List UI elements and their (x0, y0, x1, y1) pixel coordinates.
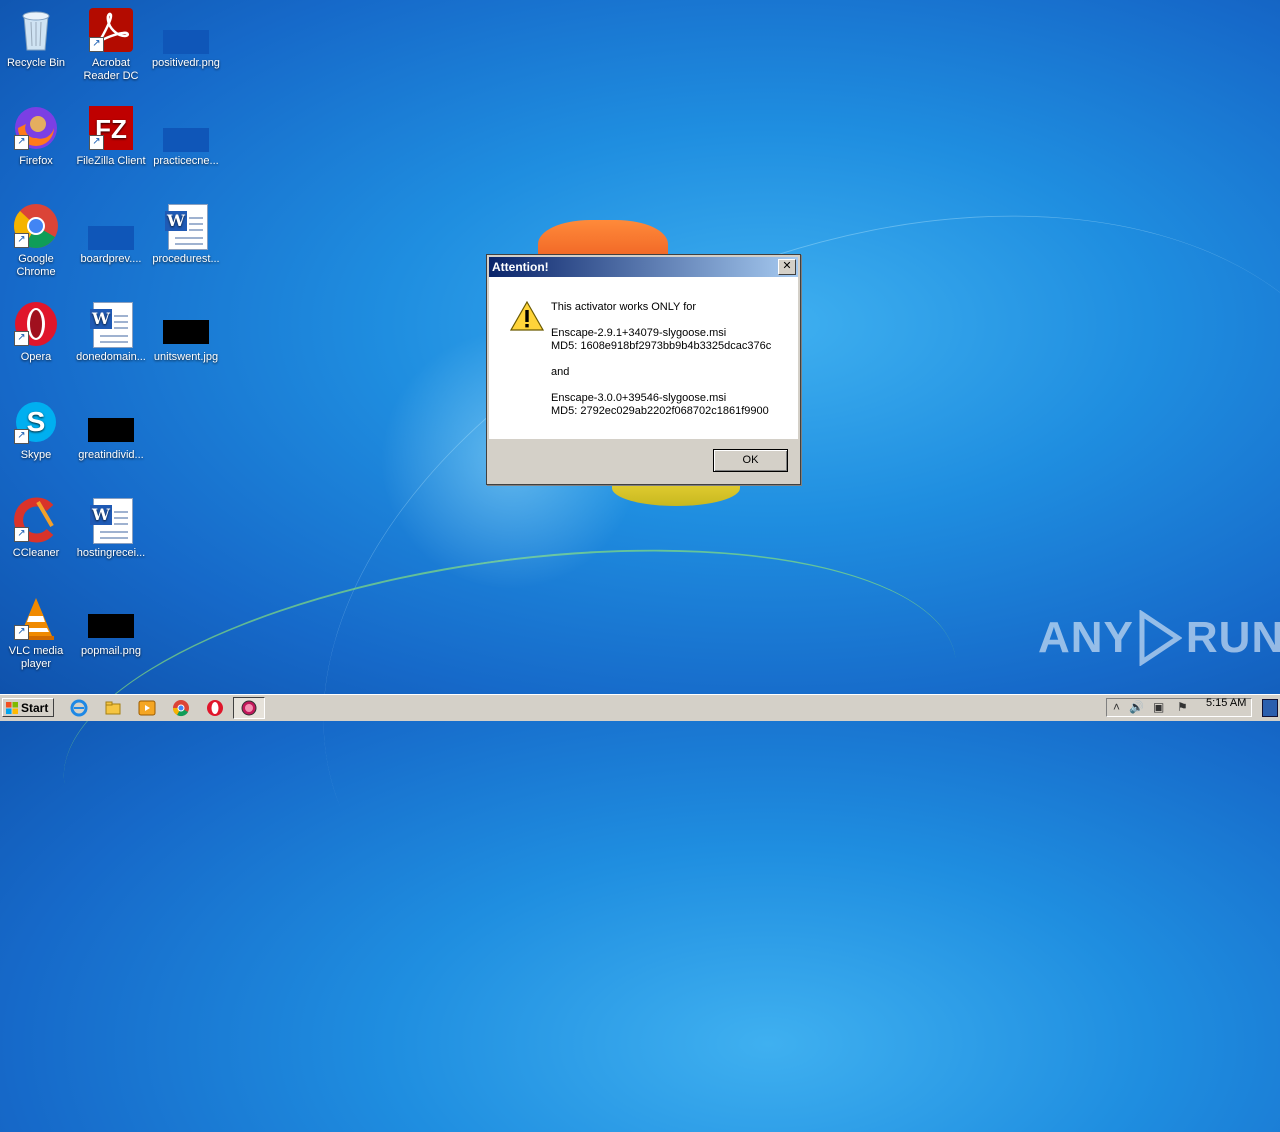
firefox-icon: ↗ (12, 104, 60, 152)
desktop-icon-vlc[interactable]: ↗ VLC media player (0, 594, 74, 671)
desktop-icon-firefox[interactable]: ↗ Firefox (0, 104, 74, 168)
desktop-icon-popmail[interactable]: popmail.png (73, 594, 149, 658)
acrobat-reader-icon: ↗ (87, 6, 135, 54)
internet-explorer-icon[interactable] (70, 699, 88, 717)
attention-dialog: Attention! ✕ This activator works ONLY f… (486, 254, 801, 485)
active-app-button[interactable] (233, 697, 265, 719)
start-label: Start (21, 701, 49, 715)
play-logo-icon (1139, 610, 1182, 666)
word-document-icon: W (87, 300, 135, 348)
windows-logo-icon (6, 702, 18, 714)
word-document-icon: W (162, 202, 210, 250)
shortcut-arrow-icon: ↗ (14, 331, 29, 346)
image-file-icon (87, 594, 135, 642)
desktop-icon-label: Skype (20, 449, 52, 461)
image-file-icon (162, 104, 210, 152)
dialog-body: This activator works ONLY for Enscape-2.… (489, 277, 798, 439)
word-document-icon: W (87, 496, 135, 544)
explorer-icon[interactable] (104, 699, 122, 717)
taskbar: Start ˄ 🔊 ▣ ⚑ 5:15 AM (0, 694, 1280, 721)
image-file-icon (87, 202, 135, 250)
shortcut-arrow-icon: ↗ (14, 625, 29, 640)
wallpaper-streak (208, 69, 1280, 1132)
desktop-icon-label: procedurest... (152, 253, 220, 265)
ok-button[interactable]: OK (713, 449, 788, 472)
desktop-icon-greatindivid[interactable]: greatindivid... (73, 398, 149, 462)
watermark-text-right: RUN (1185, 613, 1280, 662)
desktop-icon-label: Acrobat Reader DC (83, 57, 139, 82)
media-player-icon[interactable] (138, 699, 156, 717)
wallpaper-streak (41, 498, 979, 944)
volume-icon[interactable]: 🔊 (1129, 700, 1144, 714)
shortcut-arrow-icon: ↗ (14, 527, 29, 542)
tray-expand-icon[interactable]: ˄ (1113, 700, 1120, 714)
chrome-icon: ↗ (12, 202, 60, 250)
desktop-icon-positivedr[interactable]: positivedr.png (148, 6, 224, 70)
desktop-icon-recycle-bin[interactable]: Recycle Bin (0, 6, 74, 70)
action-center-flag-icon[interactable]: ⚑ (1177, 700, 1188, 714)
vlc-icon: ↗ (12, 594, 60, 642)
dialog-titlebar[interactable]: Attention! ✕ (489, 257, 798, 277)
opera-icon[interactable] (206, 699, 224, 717)
desktop-icon-label: practicecne... (153, 155, 219, 167)
desktop-icon-filezilla[interactable]: FZ ↗ FileZilla Client (73, 104, 149, 168)
svg-text:S: S (27, 406, 46, 437)
recycle-bin-icon (12, 6, 60, 54)
dialog-close-button[interactable]: ✕ (778, 259, 796, 275)
start-button[interactable]: Start (2, 698, 54, 717)
desktop-icon-label: popmail.png (81, 645, 141, 657)
shortcut-arrow-icon: ↗ (89, 37, 104, 52)
desktop-icon-donedomain[interactable]: W donedomain... (73, 300, 149, 364)
desktop-icon-hostingrecei[interactable]: W hostingrecei... (73, 496, 149, 560)
desktop-icon-ccleaner[interactable]: ↗ CCleaner (0, 496, 74, 560)
chrome-icon[interactable] (172, 699, 190, 717)
desktop-icon-label: positivedr.png (152, 57, 220, 69)
desktop-icon-google-chrome[interactable]: ↗ Google Chrome (0, 202, 74, 279)
desktop-icon-label: Firefox (19, 155, 53, 167)
desktop-icon-label: Opera (20, 351, 52, 363)
taskbar-clock[interactable]: 5:15 AM (1206, 697, 1246, 709)
desktop-icon-boardprev[interactable]: boardprev.... (73, 202, 149, 266)
desktop-icon-practicecne[interactable]: practicecne... (148, 104, 224, 168)
image-file-icon (162, 300, 210, 348)
desktop-icon-label: Google Chrome (16, 253, 56, 278)
dialog-title: Attention! (492, 260, 549, 274)
shortcut-arrow-icon: ↗ (14, 233, 29, 248)
shortcut-arrow-icon: ↗ (89, 135, 104, 150)
desktop-icon-label: VLC media player (8, 645, 64, 670)
skype-icon: S ↗ (12, 398, 60, 446)
desktop-icon-procedurest[interactable]: W procedurest... (148, 202, 224, 266)
desktop-icon-acrobat[interactable]: ↗ Acrobat Reader DC (73, 6, 149, 83)
desktop-icon-label: unitswent.jpg (153, 351, 219, 363)
desktop-icon-skype[interactable]: S ↗ Skype (0, 398, 74, 462)
desktop-icon-opera[interactable]: ↗ Opera (0, 300, 74, 364)
desktop-icon-unitswent[interactable]: unitswent.jpg (148, 300, 224, 364)
image-file-icon (162, 6, 210, 54)
desktop-icon-label: Recycle Bin (6, 57, 66, 69)
desktop-icon-label: greatindivid... (78, 449, 144, 461)
show-desktop-button[interactable] (1262, 699, 1278, 717)
active-app-icon (241, 700, 257, 716)
dialog-message: This activator works ONLY for Enscape-2.… (551, 301, 772, 417)
opera-icon: ↗ (12, 300, 60, 348)
desktop-icon-label: donedomain... (76, 351, 146, 363)
network-icon[interactable]: ▣ (1153, 700, 1164, 714)
ccleaner-icon: ↗ (12, 496, 60, 544)
desktop-icon-label: FileZilla Client (76, 155, 146, 167)
shortcut-arrow-icon: ↗ (14, 429, 29, 444)
warning-icon (509, 300, 545, 331)
watermark-text-left: ANY (1038, 613, 1134, 662)
anyrun-watermark: ANY RUN (1038, 610, 1280, 666)
image-file-icon (87, 398, 135, 446)
filezilla-icon: FZ ↗ (87, 104, 135, 152)
desktop-icon-label: CCleaner (12, 547, 60, 559)
desktop-icon-label: hostingrecei... (76, 547, 146, 559)
desktop-icon-label: boardprev.... (80, 253, 142, 265)
shortcut-arrow-icon: ↗ (14, 135, 29, 150)
